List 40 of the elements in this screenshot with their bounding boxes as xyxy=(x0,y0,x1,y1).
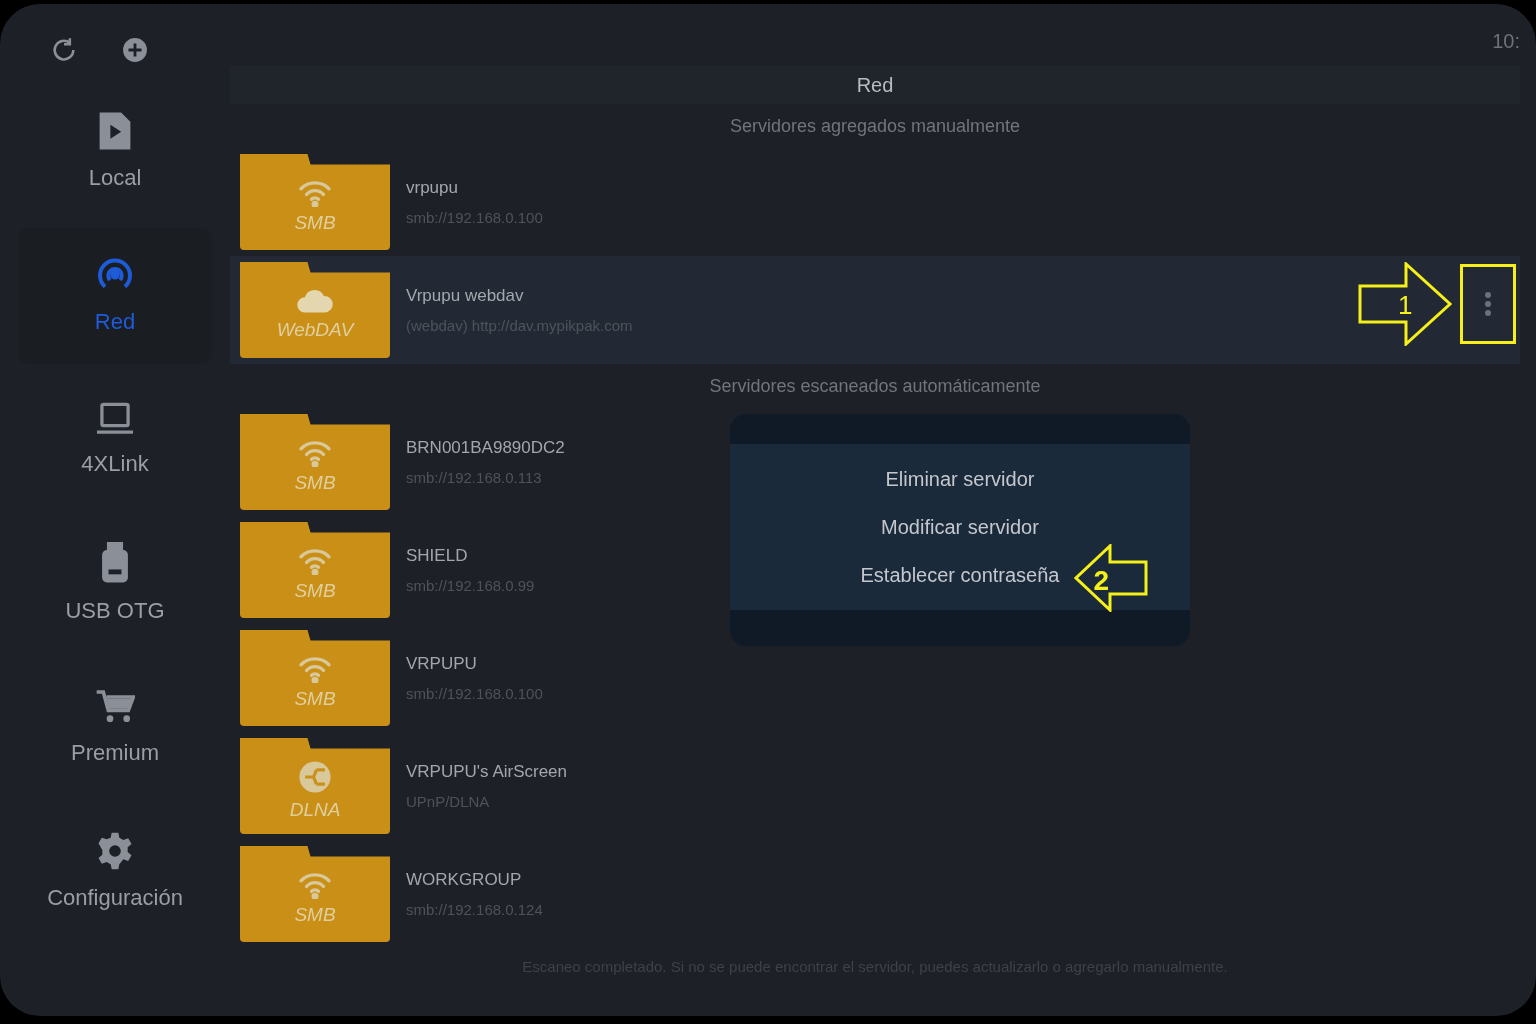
wifi-icon xyxy=(298,546,332,575)
section-heading: Servidores escaneados automáticamente xyxy=(709,374,1041,398)
wifi-icon xyxy=(298,870,332,899)
globe-icon xyxy=(298,759,332,794)
server-name: WORKGROUP xyxy=(406,869,523,891)
sidebar-item[interactable]: 4XLink xyxy=(18,372,212,508)
folder-tile: SMB xyxy=(240,154,390,250)
folder-tile: SMB xyxy=(240,522,390,618)
folder-tile: SMB xyxy=(240,414,390,510)
server-name: vrpupu xyxy=(406,177,459,199)
laptop-icon xyxy=(95,400,135,437)
cloud-icon xyxy=(296,287,334,314)
menu-item[interactable]: Eliminar servidor xyxy=(885,468,1035,490)
callout-number: 1 xyxy=(1398,289,1413,322)
menu-item[interactable]: Establecer contraseña xyxy=(860,564,1060,586)
sidebar-item[interactable]: USB OTG xyxy=(18,516,212,652)
callout-number: 2 xyxy=(1093,564,1110,598)
wifi-icon xyxy=(298,438,332,467)
usb-drive-icon xyxy=(99,541,131,584)
section-heading: Servidores agregados manualmente xyxy=(729,114,1021,138)
page-title: Red xyxy=(856,73,894,98)
menu-item[interactable]: Modificar servidor xyxy=(881,516,1039,538)
folder-tile: DLNA xyxy=(240,738,390,834)
wifi-icon xyxy=(298,654,332,683)
folder-tile: SMB xyxy=(240,630,390,726)
refresh-icon[interactable] xyxy=(50,36,78,64)
server-name: Vrpupu webdav xyxy=(406,285,525,307)
sidebar-item[interactable]: Local xyxy=(18,84,212,220)
wifi-icon xyxy=(298,178,332,207)
more-options-icon[interactable] xyxy=(1484,291,1492,317)
server-name: VRPUPU xyxy=(406,653,478,675)
server-name: VRPUPU's AirScreen xyxy=(406,761,568,783)
folder-tile: WebDAV xyxy=(240,262,390,358)
server-name: SHIELD xyxy=(406,545,469,567)
sidebar-item[interactable]: Premium xyxy=(18,660,212,796)
sidebar-item[interactable]: Configuración xyxy=(18,804,212,940)
add-icon[interactable] xyxy=(122,37,148,63)
server-name: BRN001BA9890DC2 xyxy=(406,437,565,459)
folder-tile: SMB xyxy=(240,846,390,942)
clock-time: 10: xyxy=(1492,29,1520,54)
